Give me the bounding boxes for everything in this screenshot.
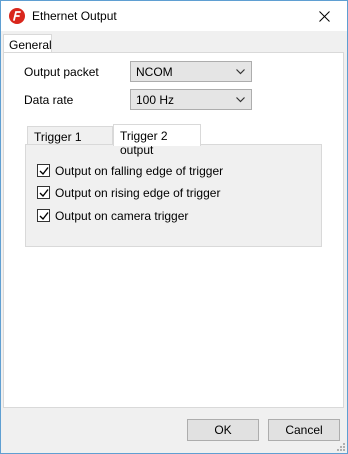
falling-edge-label: Output on falling edge of trigger [55, 164, 224, 178]
output-packet-select[interactable]: NCOM [130, 61, 252, 82]
title-bar[interactable]: Ethernet Output [1, 1, 347, 31]
window-title: Ethernet Output [32, 9, 117, 23]
checkmark-icon [39, 189, 49, 198]
close-button[interactable] [301, 1, 347, 31]
data-rate-select[interactable]: 100 Hz [130, 89, 252, 110]
dialog-footer: OK Cancel [1, 408, 347, 453]
chevron-down-icon [236, 97, 245, 103]
rising-edge-checkbox[interactable] [37, 186, 50, 199]
rising-edge-label: Output on rising edge of trigger [55, 186, 221, 200]
tab-general-label: General [9, 38, 52, 52]
camera-trigger-label: Output on camera trigger [55, 209, 189, 223]
tab-trigger-1-output[interactable]: Trigger 1 output [27, 126, 113, 158]
output-packet-value: NCOM [136, 65, 173, 79]
checkmark-icon [39, 167, 49, 176]
ok-button[interactable]: OK [187, 419, 259, 441]
data-rate-value: 100 Hz [136, 93, 175, 107]
output-packet-label: Output packet [24, 65, 99, 79]
camera-trigger-checkbox[interactable] [37, 209, 50, 222]
main-tabstrip: General [1, 31, 347, 53]
tab-trigger-2-label: Trigger 2 output [120, 129, 168, 157]
falling-edge-checkbox[interactable] [37, 164, 50, 177]
checkmark-icon [39, 212, 49, 221]
app-logo-icon [9, 8, 25, 24]
trigger-2-output-page: Output on falling edge of trigger Output… [25, 144, 322, 247]
data-rate-label: Data rate [24, 93, 74, 107]
trigger-tabstrip: Trigger 1 output Trigger 2 output [25, 123, 321, 158]
chevron-down-icon [236, 69, 245, 75]
tab-general[interactable]: General [3, 34, 52, 53]
cancel-button[interactable]: Cancel [268, 419, 340, 441]
dialog-window: Ethernet Output General Output packet NC… [0, 0, 348, 454]
tab-trigger-2-output[interactable]: Trigger 2 output [113, 124, 201, 157]
resize-grip-icon[interactable] [335, 441, 345, 451]
close-icon [318, 10, 330, 22]
